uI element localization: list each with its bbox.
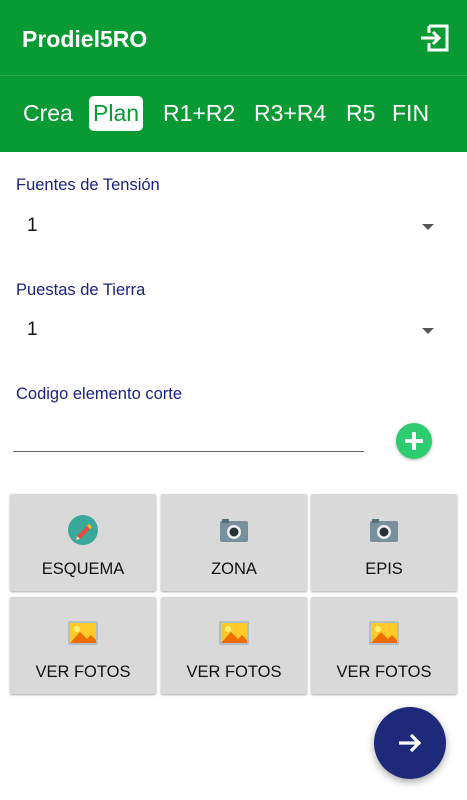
pencil-icon — [68, 515, 98, 545]
camera-icon — [370, 519, 398, 542]
codigo-label: Codigo elemento corte — [16, 385, 183, 403]
ver-fotos-label: VER FOTOS — [186, 663, 282, 681]
zona-label: ZONA — [211, 560, 257, 578]
puestas-select[interactable]: 1 — [14, 311, 440, 351]
next-button[interactable] — [374, 707, 446, 779]
ver-fotos-button-2[interactable]: VER FOTOS — [161, 597, 307, 694]
tab-r1-r2[interactable]: R1+R2 — [161, 96, 237, 131]
add-button[interactable] — [396, 423, 432, 459]
fuentes-value: 1 — [27, 215, 38, 236]
fuentes-select[interactable]: 1 — [14, 207, 440, 247]
ver-fotos-button-1[interactable]: VER FOTOS — [10, 597, 156, 694]
ver-fotos-label: VER FOTOS — [336, 663, 432, 681]
tab-r3-r4[interactable]: R3+R4 — [252, 96, 328, 131]
codigo-input[interactable] — [13, 416, 364, 452]
dropdown-arrow-icon — [422, 328, 434, 334]
esquema-label: ESQUEMA — [41, 560, 125, 578]
app-title: Prodiel5RO — [22, 26, 148, 52]
puestas-value: 1 — [27, 319, 38, 340]
epis-label: EPIS — [365, 560, 403, 578]
ver-fotos-button-3[interactable]: VER FOTOS — [311, 597, 457, 694]
fuentes-label: Fuentes de Tensión — [16, 176, 160, 194]
app-bar: Prodiel5RO — [0, 0, 467, 75]
tab-fin[interactable]: FIN — [390, 96, 431, 131]
ver-fotos-label: VER FOTOS — [35, 663, 131, 681]
image-icon — [219, 621, 249, 645]
tab-r5[interactable]: R5 — [344, 96, 377, 131]
image-icon — [68, 621, 98, 645]
tab-bar: Crea Plan R1+R2 R3+R4 R5 FIN — [0, 75, 467, 152]
tab-crea[interactable]: Crea — [21, 96, 75, 131]
dropdown-arrow-icon — [422, 224, 434, 230]
tab-plan[interactable]: Plan — [89, 96, 144, 131]
zona-button[interactable]: ZONA — [161, 494, 307, 591]
camera-icon — [220, 519, 248, 542]
arrow-right-icon — [399, 733, 422, 753]
image-icon — [369, 621, 399, 645]
esquema-button[interactable]: ESQUEMA — [10, 494, 156, 591]
logout-icon[interactable] — [417, 20, 453, 56]
epis-button[interactable]: EPIS — [311, 494, 457, 591]
puestas-label: Puestas de Tierra — [16, 281, 146, 299]
